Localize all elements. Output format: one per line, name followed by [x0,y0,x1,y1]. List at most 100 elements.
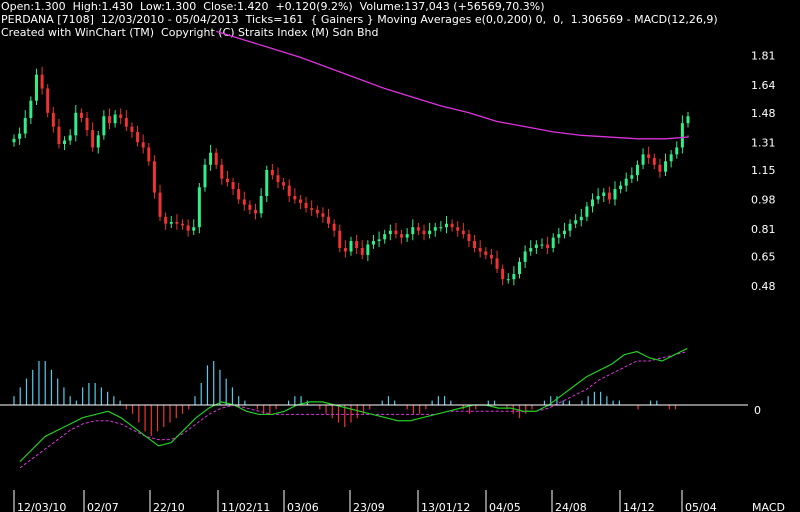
candle-body [394,230,398,235]
candle-body [478,248,482,252]
moving-average-line [216,30,689,140]
candle-body [68,135,72,141]
candle-body [512,274,516,280]
candle-body [46,88,50,113]
price-y-tick-label: 1.64 [751,79,776,92]
candle-body [647,154,651,158]
price-y-tick-label: 0.65 [751,251,776,264]
candle-body [349,241,353,252]
x-tick-label: 22/10 [153,501,185,512]
candle-body [680,123,684,148]
candle-body [400,234,404,238]
candle-body [175,222,179,224]
candle-body [585,206,589,217]
candle-body [287,185,291,196]
candle-body [360,248,364,255]
candle-body [596,196,600,200]
candle-body [405,234,409,238]
candle-body [518,261,521,274]
macd-zero-label: 0 [754,404,761,417]
candle-body [164,216,168,224]
candle-body [371,241,375,245]
price-y-tick-label: 0.81 [751,223,776,236]
candle-body [321,213,325,217]
candle-body [102,116,106,136]
candle-body [259,196,263,214]
candle-body [416,227,420,231]
candle-body [411,227,415,235]
x-tick-label: 05/04 [685,501,717,512]
candle-body [619,185,623,190]
candle-body [652,157,656,165]
candle-body [51,112,55,127]
x-tick-label: 23/09 [353,501,385,512]
candle-body [540,244,544,246]
candle-body [450,223,454,228]
candle-body [254,209,258,214]
candle-body [641,154,645,165]
candle-body [664,161,668,172]
axes: 1.81 1.64 1.48 1.31 1.15 0.98 0.81 0.65 0.48 0 12/… [0,50,785,512]
candle-body [186,225,190,231]
macd-panel [13,347,688,469]
x-tick-label: 03/06 [287,501,319,512]
candle-body [327,216,331,224]
candle-body [12,138,16,143]
candle-body [506,279,510,281]
candle-body [304,202,308,209]
candle-body [343,248,347,252]
candle-body [192,227,196,231]
candle-body [276,175,280,183]
candle-body [197,187,201,228]
candle-body [270,170,274,176]
candle-body [248,204,252,210]
candle-body [523,251,527,262]
candle-body [79,112,83,118]
candle-body [686,116,690,124]
candle-body [534,244,538,248]
candle-body [473,241,477,248]
candle-body [242,199,246,205]
price-y-tick-label: 1.15 [751,164,776,177]
candle-body [34,74,38,101]
candle-body [529,248,533,252]
candle-body [456,227,460,231]
candle-body [602,192,606,196]
candle-body [209,152,213,165]
candle-body [96,135,100,148]
candle-body [158,192,162,217]
candle-body [355,241,359,248]
candle-body [124,118,128,127]
x-tick-label: 14/12 [623,501,655,512]
candle-body [40,74,44,89]
candle-body [579,216,583,221]
candle-body [546,244,550,248]
x-tick-label: 24/08 [555,501,587,512]
candle-body [203,164,207,188]
price-panel [12,30,690,286]
candle-body [85,118,89,131]
candle-body [136,131,140,143]
candle-body [220,164,224,179]
candle-body [107,116,111,124]
candle-body [591,199,595,207]
candle-body [574,220,578,224]
candle-body [315,209,319,214]
x-tick-label: 02/07 [87,501,119,512]
macd-axis-label: MACD [752,501,785,512]
candle-body [489,254,493,259]
candle-body [310,208,314,210]
candle-body [231,182,235,190]
candle-body [439,227,443,229]
candle-body [484,251,488,255]
candle-body [433,227,437,231]
candle-body [214,152,218,165]
candle-body [265,170,269,196]
candle-body [18,133,22,139]
candle-body [298,199,302,203]
candle-body [225,178,229,183]
candle-body [624,178,628,186]
candle-body [495,258,499,269]
x-tick-label: 12/03/10 [17,501,66,512]
candle-body [332,223,336,231]
